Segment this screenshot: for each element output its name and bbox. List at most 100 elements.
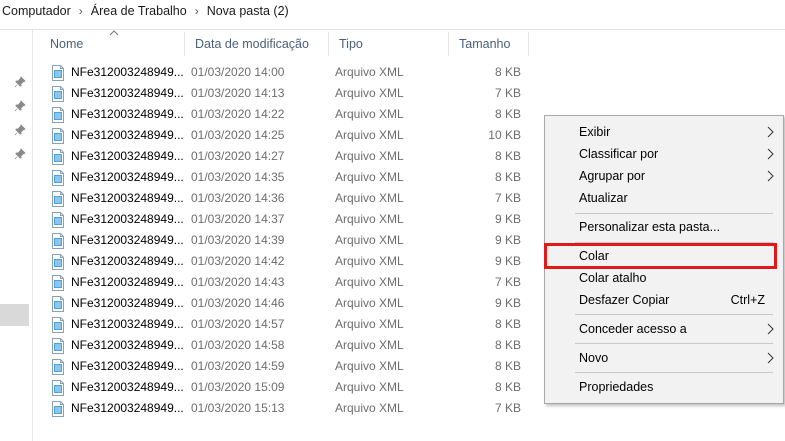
annotation-highlight-box [544, 243, 777, 269]
menu-item-label: Desfazer Copiar [579, 293, 670, 307]
file-row[interactable]: NFe312003248949... 01/03/2020 14:59 Arquiv… [48, 356, 528, 377]
file-size: 8 KB [494, 65, 521, 79]
file-row[interactable]: NFe312003248949... 01/03/2020 14:00 Arquiv… [48, 62, 528, 83]
menu-item-label: Conceder acesso a [579, 322, 687, 336]
xml-file-icon [52, 316, 64, 333]
file-name-cell: NFe312003248949... [51, 83, 184, 104]
menu-item-label: Agrupar por [579, 169, 646, 183]
file-name-cell: NFe312003248949... [51, 188, 184, 209]
xml-file-icon [52, 400, 64, 417]
menu-item-novo[interactable]: Novo [545, 347, 783, 369]
menu-item-conceder-acesso[interactable]: Conceder acesso a [545, 318, 783, 340]
file-date: 01/03/2020 14:35 [191, 170, 285, 184]
file-row[interactable]: NFe312003248949... 01/03/2020 14:27 Arquiv… [48, 146, 528, 167]
pin-icon[interactable] [14, 100, 26, 112]
menu-item-propriedades[interactable]: Propriedades [545, 376, 783, 398]
file-name: NFe312003248949... [71, 149, 184, 163]
menu-separator [575, 213, 773, 214]
menu-item-colar-atalho[interactable]: Colar atalho [545, 267, 783, 289]
breadcrumb-separator-icon[interactable]: › [191, 4, 203, 18]
column-header-date[interactable]: Data de modificação [185, 32, 329, 56]
file-row[interactable]: NFe312003248949... 01/03/2020 14:58 Arquiv… [48, 335, 528, 356]
file-name: NFe312003248949... [71, 338, 184, 352]
xml-file-icon [52, 148, 64, 165]
file-size: 8 KB [494, 380, 521, 394]
file-date: 01/03/2020 14:25 [191, 128, 285, 142]
file-type: Arquivo XML [335, 254, 404, 268]
file-size: 9 KB [494, 233, 521, 247]
chevron-right-icon [767, 126, 774, 138]
file-type: Arquivo XML [335, 149, 404, 163]
file-size: 8 KB [494, 338, 521, 352]
menu-item-agrupar[interactable]: Agrupar por [545, 165, 783, 187]
menu-item-label: Novo [579, 351, 609, 365]
file-name: NFe312003248949... [71, 65, 184, 79]
file-name: NFe312003248949... [71, 170, 184, 184]
file-size: 7 KB [494, 86, 521, 100]
xml-file-icon [52, 106, 64, 123]
file-row[interactable]: NFe312003248949... 01/03/2020 14:36 Arquiv… [48, 188, 528, 209]
chevron-right-icon [767, 170, 774, 182]
file-name: NFe312003248949... [71, 359, 184, 373]
xml-file-icon [52, 295, 64, 312]
column-header-type[interactable]: Tipo [329, 32, 449, 56]
column-header-size[interactable]: Tamanho [449, 32, 529, 56]
menu-item-personalizar[interactable]: Personalizar esta pasta... [545, 216, 783, 238]
file-name-cell: NFe312003248949... [51, 167, 184, 188]
xml-file-icon [52, 169, 64, 186]
file-row[interactable]: NFe312003248949... 01/03/2020 14:39 Arquiv… [48, 230, 528, 251]
file-type: Arquivo XML [335, 191, 404, 205]
menu-item-classificar[interactable]: Classificar por [545, 143, 783, 165]
pin-icon[interactable] [14, 148, 26, 160]
breadcrumb-separator-icon[interactable]: › [75, 4, 87, 18]
file-row[interactable]: NFe312003248949... 01/03/2020 14:37 Arquiv… [48, 209, 528, 230]
file-name-cell: NFe312003248949... [51, 335, 184, 356]
file-row[interactable]: NFe312003248949... 01/03/2020 15:09 Arquiv… [48, 377, 528, 398]
menu-item-exibir[interactable]: Exibir [545, 121, 783, 143]
file-row[interactable]: NFe312003248949... 01/03/2020 14:57 Arquiv… [48, 314, 528, 335]
file-date: 01/03/2020 14:22 [191, 107, 285, 121]
file-date: 01/03/2020 14:27 [191, 149, 285, 163]
file-row[interactable]: NFe312003248949... 01/03/2020 14:22 Arquiv… [48, 104, 528, 125]
file-row[interactable]: NFe312003248949... 01/03/2020 14:25 Arquiv… [48, 125, 528, 146]
file-name: NFe312003248949... [71, 275, 184, 289]
xml-file-icon [52, 358, 64, 375]
menu-separator [575, 343, 773, 344]
file-type: Arquivo XML [335, 380, 404, 394]
file-name-cell: NFe312003248949... [51, 272, 184, 293]
chevron-right-icon [767, 323, 774, 335]
pin-icon[interactable] [14, 124, 26, 136]
file-name-cell: NFe312003248949... [51, 209, 184, 230]
file-row[interactable]: NFe312003248949... 01/03/2020 14:13 Arquiv… [48, 83, 528, 104]
file-row[interactable]: NFe312003248949... 01/03/2020 14:46 Arquiv… [48, 293, 528, 314]
file-name-cell: NFe312003248949... [51, 293, 184, 314]
file-row[interactable]: NFe312003248949... 01/03/2020 15:13 Arquiv… [48, 398, 528, 419]
menu-item-atualizar[interactable]: Atualizar [545, 187, 783, 209]
file-size: 7 KB [494, 401, 521, 415]
breadcrumb-computador[interactable]: Computador [0, 4, 75, 18]
menu-separator [575, 372, 773, 373]
file-type: Arquivo XML [335, 317, 404, 331]
menu-item-label: Classificar por [579, 147, 659, 161]
breadcrumb-nova-pasta[interactable]: Nova pasta (2) [203, 4, 293, 18]
file-type: Arquivo XML [335, 107, 404, 121]
file-row[interactable]: NFe312003248949... 01/03/2020 14:43 Arquiv… [48, 272, 528, 293]
file-name: NFe312003248949... [71, 191, 184, 205]
nav-selected-item[interactable] [0, 304, 29, 326]
file-type: Arquivo XML [335, 296, 404, 310]
file-date: 01/03/2020 14:58 [191, 338, 285, 352]
file-date: 01/03/2020 14:36 [191, 191, 285, 205]
file-type: Arquivo XML [335, 86, 404, 100]
file-size: 10 KB [488, 128, 521, 142]
pin-icon[interactable] [14, 76, 26, 88]
xml-file-icon [52, 379, 64, 396]
file-size: 9 KB [494, 254, 521, 268]
column-header-name[interactable]: Nome [40, 32, 185, 56]
file-row[interactable]: NFe312003248949... 01/03/2020 14:35 Arquiv… [48, 167, 528, 188]
navigation-pane[interactable] [0, 30, 33, 441]
file-size: 8 KB [494, 170, 521, 184]
menu-item-desfazer-copiar[interactable]: Desfazer Copiar Ctrl+Z [545, 289, 783, 311]
breadcrumb-area-de-trabalho[interactable]: Área de Trabalho [87, 4, 191, 18]
file-row[interactable]: NFe312003248949... 01/03/2020 14:42 Arquiv… [48, 251, 528, 272]
file-date: 01/03/2020 14:13 [191, 86, 285, 100]
